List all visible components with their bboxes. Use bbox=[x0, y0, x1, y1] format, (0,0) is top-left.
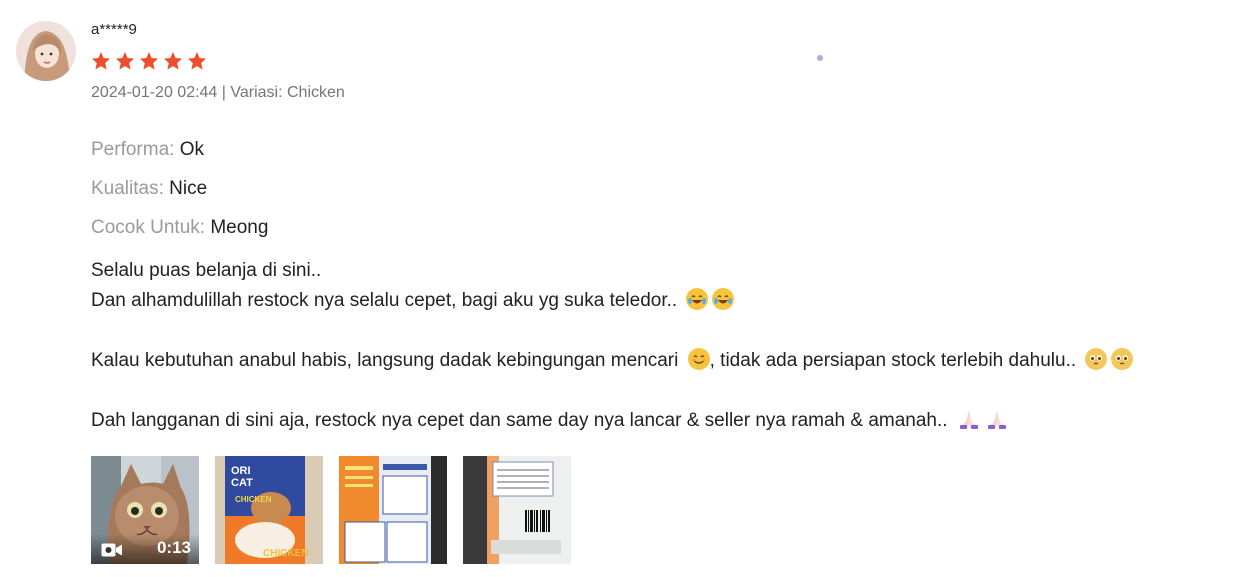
review-line: Kalau kebutuhan anabul habis, langsung d… bbox=[91, 346, 1134, 376]
review-attributes: Performa: Ok Kualitas: Nice Cocok Untuk:… bbox=[91, 130, 268, 247]
video-camera-icon bbox=[101, 543, 122, 557]
review-line: Selalu puas belanja di sini.. bbox=[91, 256, 1133, 286]
attribute-label: Performa: bbox=[91, 139, 175, 160]
attribute-row: Performa: Ok bbox=[91, 130, 268, 169]
attribute-value: Ok bbox=[179, 139, 204, 160]
star-icon bbox=[140, 52, 158, 70]
review-text: Kalau kebutuhan anabul habis, langsung d… bbox=[91, 350, 679, 371]
folded-hands-emoji-icon bbox=[957, 408, 981, 430]
review-image-thumbnail[interactable] bbox=[339, 456, 447, 564]
review-text: Selalu puas belanja di sini.. bbox=[91, 260, 322, 281]
review-media-list: 0:13 ORI CAT CHICKEN CHICKEN bbox=[91, 456, 571, 564]
svg-text:CHICKEN: CHICKEN bbox=[235, 495, 272, 504]
review-date: 2024-01-20 02:44 bbox=[91, 84, 218, 101]
review-text: , tidak ada persiapan stock terlebih dah… bbox=[709, 350, 1077, 371]
reviewer-avatar[interactable] bbox=[16, 21, 76, 81]
pleading-face-emoji-icon bbox=[1111, 348, 1134, 370]
attribute-row: Cocok Untuk: Meong bbox=[91, 208, 268, 247]
review-line: Dah langganan di sini aja, restock nya c… bbox=[91, 406, 1133, 436]
review-image-thumbnail[interactable]: ORI CAT CHICKEN CHICKEN bbox=[215, 456, 323, 564]
decorative-dot bbox=[817, 55, 823, 61]
review-text: Dan alhamdulillah restock nya selalu cep… bbox=[91, 290, 678, 311]
star-icon bbox=[188, 52, 206, 70]
smiling-face-emoji-icon bbox=[687, 348, 710, 370]
tears-of-joy-emoji-icon bbox=[686, 288, 709, 310]
attribute-label: Cocok Untuk: bbox=[91, 217, 206, 238]
reviewer-username: a*****9 bbox=[91, 21, 137, 38]
pleading-face-emoji-icon bbox=[1085, 348, 1108, 370]
rating-stars bbox=[91, 51, 207, 71]
attribute-value: Meong bbox=[210, 217, 269, 238]
video-duration: 0:13 bbox=[156, 538, 191, 557]
variation-separator: | Variasi: bbox=[217, 84, 287, 101]
svg-text:CHICKEN: CHICKEN bbox=[263, 548, 309, 559]
star-icon bbox=[164, 52, 182, 70]
svg-text:CAT: CAT bbox=[231, 477, 253, 489]
tears-of-joy-emoji-icon bbox=[712, 288, 735, 310]
review-image-thumbnail[interactable] bbox=[463, 456, 571, 564]
review-body: Selalu puas belanja di sini.. Dan alhamd… bbox=[91, 256, 1134, 436]
review-text: Dah langganan di sini aja, restock nya c… bbox=[91, 410, 948, 431]
star-icon bbox=[92, 52, 110, 70]
folded-hands-emoji-icon bbox=[985, 408, 1009, 430]
review-video-thumbnail[interactable]: 0:13 bbox=[91, 456, 199, 564]
review-meta: 2024-01-20 02:44 | Variasi: Chicken bbox=[91, 84, 345, 102]
review-line: Dan alhamdulillah restock nya selalu cep… bbox=[91, 286, 1133, 316]
attribute-label: Kualitas: bbox=[91, 178, 164, 199]
star-icon bbox=[116, 52, 134, 70]
attribute-value: Nice bbox=[169, 178, 208, 199]
attribute-row: Kualitas: Nice bbox=[91, 169, 268, 208]
review-variation: Chicken bbox=[286, 84, 345, 101]
svg-text:ORI: ORI bbox=[231, 465, 251, 477]
